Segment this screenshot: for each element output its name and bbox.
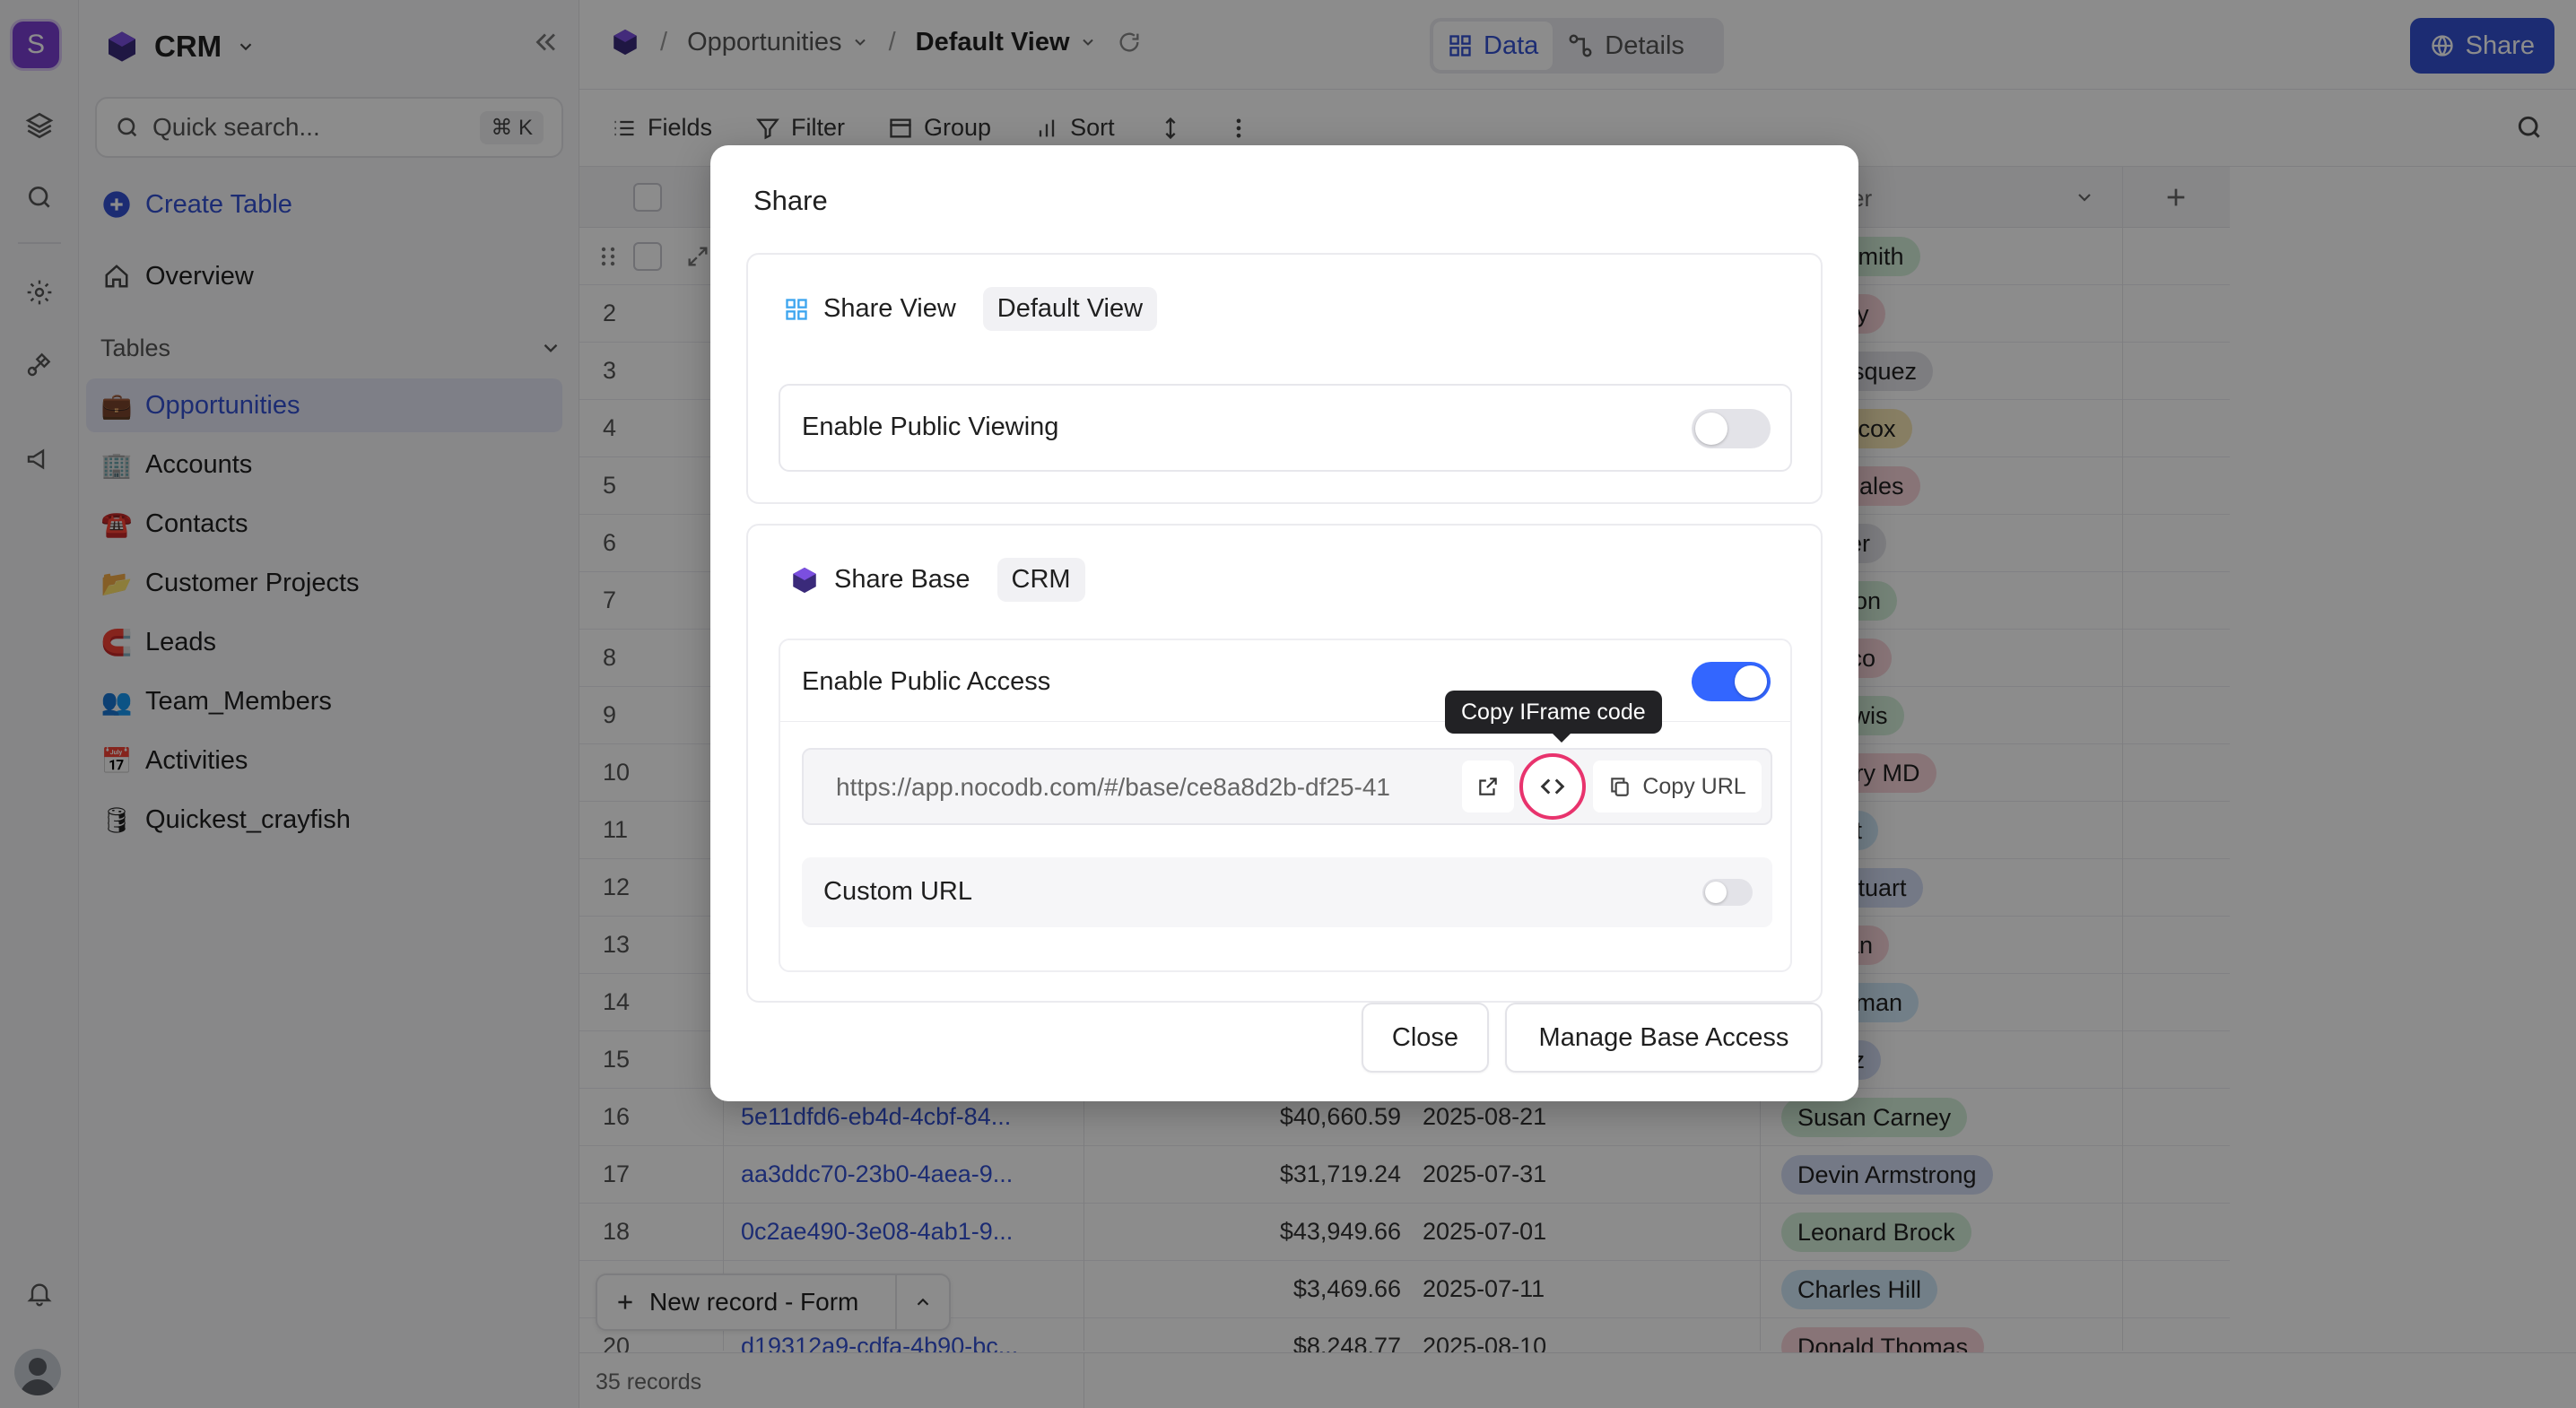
toggle-knob	[1735, 665, 1767, 698]
code-brackets-icon	[1540, 778, 1565, 795]
share-base-heading: Share Base CRM	[789, 558, 1085, 602]
share-view-heading: Share View Default View	[784, 287, 1158, 331]
public-viewing-label: Enable Public Viewing	[802, 413, 1059, 441]
external-link-icon	[1479, 778, 1497, 795]
share-base-name: CRM	[996, 558, 1085, 602]
copy-iframe-button[interactable]	[1519, 753, 1586, 820]
custom-url-row: Custom URL	[802, 857, 1772, 927]
share-base-label: Share Base	[834, 565, 970, 594]
share-url-text: https://app.nocodb.com/#/base/ce8a8d2b-d…	[836, 773, 1390, 801]
toggle-knob	[1705, 882, 1727, 903]
share-url-field[interactable]: https://app.nocodb.com/#/base/ce8a8d2b-d…	[802, 748, 1772, 825]
manage-base-access-button[interactable]: Manage Base Access	[1505, 1003, 1823, 1073]
custom-url-toggle[interactable]	[1702, 879, 1753, 906]
toggle-knob	[1695, 413, 1727, 445]
base-cube-icon	[793, 567, 816, 593]
public-access-label: Enable Public Access	[802, 667, 1051, 696]
copy-url-button[interactable]: Copy URL	[1593, 760, 1762, 813]
share-modal: Share Share View Default View Enable Pub…	[710, 145, 1858, 1101]
open-link-button[interactable]	[1462, 760, 1514, 813]
tooltip-text: Copy IFrame code	[1461, 699, 1646, 725]
iframe-tooltip: Copy IFrame code	[1445, 691, 1662, 743]
public-viewing-row: Enable Public Viewing	[779, 384, 1792, 472]
share-view-label: Share View	[823, 294, 956, 323]
share-base-section: Share Base CRM Enable Public Access http…	[746, 524, 1823, 1003]
copy-url-label: Copy URL	[1642, 773, 1746, 799]
custom-url-label: Custom URL	[823, 877, 972, 906]
share-view-name: Default View	[982, 287, 1158, 331]
tooltip-arrow	[1553, 734, 1571, 743]
grid-view-icon	[786, 298, 807, 320]
share-view-section: Share View Default View Enable Public Vi…	[746, 253, 1823, 504]
public-viewing-toggle[interactable]	[1692, 409, 1771, 448]
modal-title: Share	[753, 185, 828, 216]
public-access-toggle[interactable]	[1692, 662, 1771, 701]
public-access-panel: Enable Public Access https://app.nocodb.…	[779, 639, 1792, 972]
close-button[interactable]: Close	[1362, 1003, 1489, 1073]
copy-icon	[1611, 778, 1630, 796]
